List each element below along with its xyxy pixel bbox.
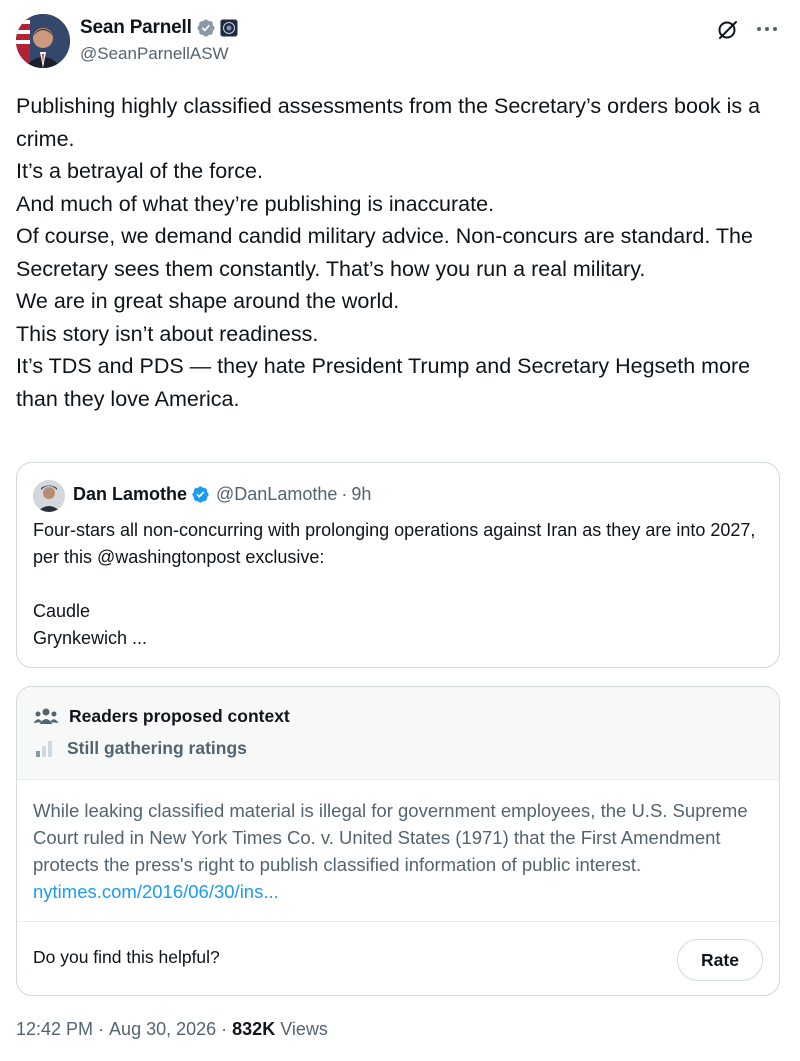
- quote-timestamp[interactable]: 9h: [351, 484, 371, 505]
- author-name-row: Sean Parnell: [80, 16, 238, 40]
- helpful-question: Do you find this helpful?: [33, 947, 220, 967]
- bar-chart-icon: [36, 740, 52, 757]
- author-handle[interactable]: @SeanParnellASW: [80, 44, 229, 64]
- note-source-link[interactable]: nytimes.com/2016/06/30/ins...: [33, 881, 279, 902]
- quote-line: [33, 571, 763, 598]
- views-count: 832K: [232, 1019, 276, 1039]
- org-badge-icon: [219, 19, 238, 37]
- more-icon[interactable]: [756, 22, 778, 36]
- author-display-name[interactable]: Sean Parnell: [80, 17, 192, 39]
- quote-line: Four-stars all non-concurring with prolo…: [33, 520, 756, 567]
- note-status-row: Still gathering ratings: [33, 738, 247, 759]
- verified-badge-icon: [192, 486, 209, 503]
- community-note: Readers proposed context Still gathering…: [16, 686, 780, 996]
- views-label: Views: [280, 1019, 328, 1039]
- note-title: Readers proposed context: [69, 706, 290, 726]
- tweet-line: Publishing highly classified assessments…: [16, 94, 761, 151]
- separator-dot: ·: [221, 1019, 228, 1039]
- avatar[interactable]: [16, 14, 70, 68]
- tweet-header: Sean Parnell @SeanParnellASW: [16, 14, 784, 70]
- tweet-line: We are in great shape around the world.: [16, 289, 400, 313]
- people-icon: [33, 708, 59, 724]
- note-body: While leaking classified material is ill…: [33, 797, 763, 905]
- quote-display-name[interactable]: Dan Lamothe: [73, 484, 187, 505]
- rate-button[interactable]: Rate: [677, 939, 763, 981]
- tweet-meta: 12:42 PM · Aug 30, 2026 · 832K Views: [16, 1019, 328, 1040]
- post-date[interactable]: Aug 30, 2026: [109, 1019, 216, 1040]
- quote-avatar[interactable]: [33, 480, 65, 512]
- quote-text: Four-stars all non-concurring with prolo…: [33, 517, 763, 652]
- quote-handle[interactable]: @DanLamothe: [216, 484, 337, 505]
- verified-badge-icon: [197, 19, 215, 37]
- quote-header: Dan Lamothe @DanLamothe · 9h: [73, 484, 371, 505]
- post-time[interactable]: 12:42 PM: [16, 1019, 93, 1040]
- note-text: While leaking classified material is ill…: [33, 800, 748, 875]
- separator-dot: ·: [341, 484, 348, 504]
- note-title-row: Readers proposed context: [33, 706, 290, 727]
- tweet-line: It’s a betrayal of the force.: [16, 159, 263, 183]
- separator-dot: ·: [98, 1019, 105, 1039]
- divider: [17, 921, 779, 922]
- tweet-text: Publishing highly classified assessments…: [16, 90, 784, 415]
- grok-icon[interactable]: [716, 18, 740, 42]
- note-status: Still gathering ratings: [67, 738, 247, 758]
- quote-line: Caudle: [33, 601, 91, 621]
- tweet-line: Of course, we demand candid military adv…: [16, 224, 753, 281]
- tweet-line: This story isn’t about readiness.: [16, 321, 319, 346]
- quote-line: Grynkewich ...: [33, 628, 148, 648]
- tweet-line: And much of what they’re publishing is i…: [16, 191, 495, 216]
- quoted-tweet[interactable]: Dan Lamothe @DanLamothe · 9h Four-stars …: [16, 462, 780, 668]
- note-header: [17, 687, 779, 780]
- tweet-line: It’s TDS and PDS — they hate President T…: [16, 354, 751, 411]
